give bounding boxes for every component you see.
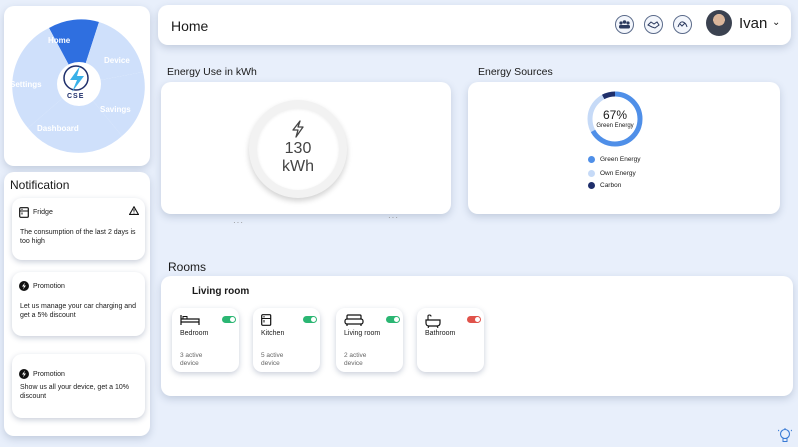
bolt-icon <box>292 120 304 138</box>
legend-label: Green Energy <box>600 156 641 163</box>
logo-text: CSE <box>67 93 85 100</box>
room-name: Living room <box>344 330 381 337</box>
legend-label: Carbon <box>600 182 622 189</box>
fridge-icon <box>261 314 272 326</box>
page-title: Home <box>171 18 209 34</box>
room-card-living-room[interactable]: Living room 2 active device <box>336 308 403 372</box>
energy-use-title: Energy Use in kWh <box>167 66 257 78</box>
header-bar: Home Ivan ⌄ <box>158 5 791 45</box>
room-toggle[interactable] <box>222 316 236 323</box>
room-active-count: 2 active <box>344 352 367 359</box>
room-active-desc: device <box>344 360 363 367</box>
room-active-count: 5 active <box>261 352 284 359</box>
energy-use-card: 130 kWh <box>161 82 451 214</box>
energy-gauge-inner: 130 kWh <box>257 108 339 190</box>
legend-dot <box>588 170 595 177</box>
room-active-desc: device <box>261 360 280 367</box>
room-card-bathroom[interactable]: Bathroom <box>417 308 484 372</box>
nav-item-savings[interactable]: Savings <box>100 105 131 114</box>
rooms-title: Rooms <box>168 260 207 274</box>
legend-dot <box>588 182 595 189</box>
user-name[interactable]: Ivan <box>739 15 767 32</box>
notification-message: The consumption of the last 2 days is to… <box>20 229 136 245</box>
notification-title: Notification <box>10 178 70 192</box>
more-dots: ··· <box>388 213 399 222</box>
nav-item-settings[interactable]: Settings <box>10 80 42 89</box>
notification-card[interactable]: Promotion Let us manage your car chargin… <box>12 272 145 336</box>
room-group-label: Living room <box>192 286 250 297</box>
notification-message: Show us all your device, get a 10% disco… <box>20 384 129 400</box>
legend-item-carbon: Carbon <box>588 182 621 189</box>
energy-sources-card: 67% Green Energy Green Energy Own Energy… <box>468 82 780 214</box>
nav-item-dashboard[interactable]: Dashboard <box>37 124 79 133</box>
nav-wheel-panel: Home Device Savings Dashboard Settings C… <box>4 6 150 166</box>
room-name: Bedroom <box>180 330 209 337</box>
notification-source: Fridge <box>33 209 53 216</box>
notification-message: Let us manage your car charging and get … <box>20 303 136 319</box>
notification-card[interactable]: Fridge The consumption of the last 2 day… <box>12 198 145 260</box>
room-name: Bathroom <box>425 330 456 337</box>
handshake-icon[interactable] <box>644 15 663 34</box>
notification-panel: Notification Fridge The consumption of t… <box>4 172 150 436</box>
room-name: Kitchen <box>261 330 285 337</box>
chevron-down-icon[interactable]: ⌄ <box>772 17 780 28</box>
green-energy-percent: 67% <box>602 108 628 122</box>
notification-card[interactable]: Promotion Show us all your device, get a… <box>12 354 145 418</box>
bathtub-icon <box>425 314 441 328</box>
notification-head: Promotion <box>19 369 65 379</box>
more-dots: ··· <box>233 218 244 227</box>
room-active-count: 3 active <box>180 352 203 359</box>
energy-unit: kWh <box>282 158 314 175</box>
fridge-icon <box>19 207 29 218</box>
green-energy-center-label: Green Energy <box>596 123 634 129</box>
warning-icon <box>129 206 139 215</box>
legend-item-own: Own Energy <box>588 170 636 177</box>
legend-item-green: Green Energy <box>588 156 640 163</box>
rooms-card: Living room Bedroom 3 active device Kitc… <box>161 276 793 396</box>
energy-sources-title: Energy Sources <box>478 66 553 78</box>
legend-label: Own Energy <box>600 170 636 177</box>
avatar[interactable] <box>706 10 732 36</box>
room-card-bedroom[interactable]: Bedroom 3 active device <box>172 308 239 372</box>
bolt-icon <box>19 281 29 291</box>
bolt-icon <box>19 369 29 379</box>
room-toggle[interactable] <box>303 316 317 323</box>
room-card-kitchen[interactable]: Kitchen 5 active device <box>253 308 320 372</box>
nav-item-device[interactable]: Device <box>104 56 130 65</box>
lightbulb-icon[interactable] <box>778 428 792 444</box>
notification-head: Fridge <box>19 207 53 218</box>
notification-source: Promotion <box>33 282 65 290</box>
nav-item-home[interactable]: Home <box>48 36 70 45</box>
room-active-desc: device <box>180 360 199 367</box>
notification-head: Promotion <box>19 281 65 291</box>
hands-icon[interactable] <box>673 15 692 34</box>
bed-icon <box>180 315 200 325</box>
group-icon[interactable] <box>615 15 634 34</box>
notification-source: Promotion <box>33 370 65 378</box>
sofa-icon <box>344 314 364 326</box>
legend-dot <box>588 156 595 163</box>
energy-gauge: 130 kWh <box>249 100 347 198</box>
room-toggle[interactable] <box>467 316 481 323</box>
energy-value: 130 <box>284 140 312 157</box>
room-toggle[interactable] <box>386 316 400 323</box>
